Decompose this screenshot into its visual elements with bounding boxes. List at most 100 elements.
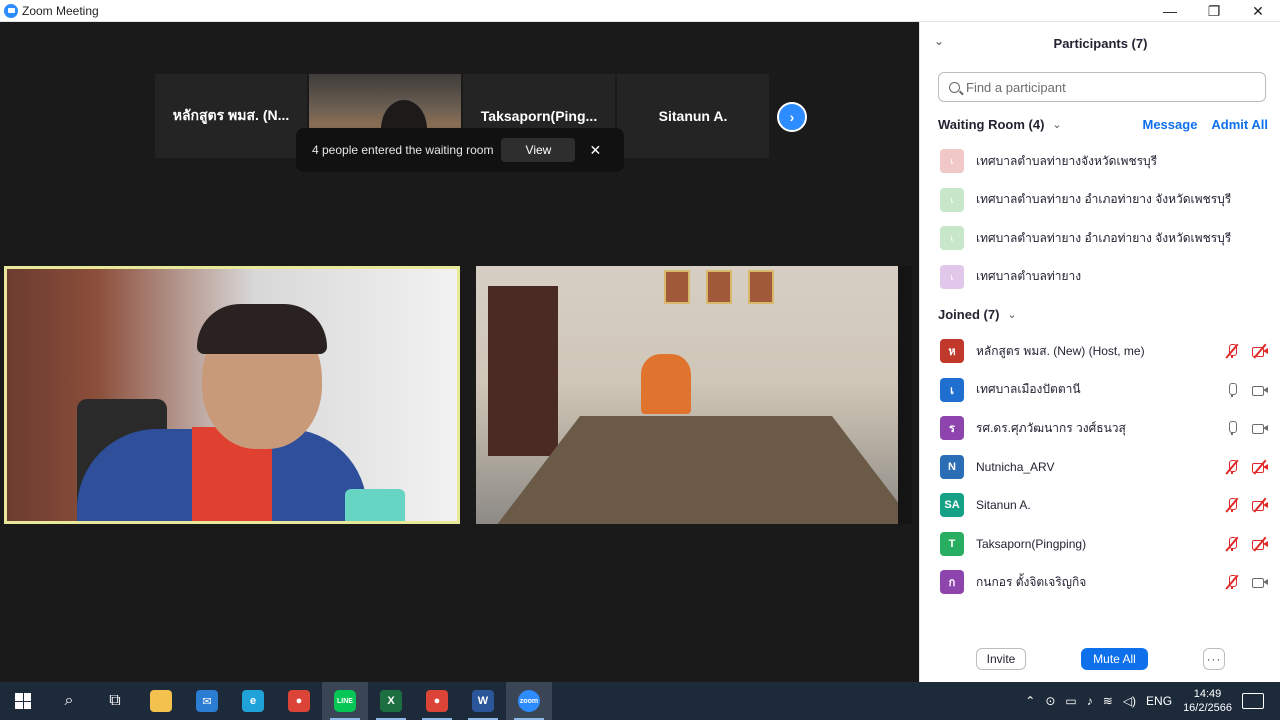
- chevron-up-icon[interactable]: ⌃: [1025, 694, 1035, 708]
- joined-participant-row[interactable]: เ เทศบาลเมืองปัตตานี: [940, 377, 1270, 403]
- participant-name: เทศบาลตำบลท่ายางจังหวัดเพชรบุรี: [976, 153, 1158, 168]
- battery-icon[interactable]: ▭: [1065, 694, 1076, 708]
- avatar: SA: [940, 493, 964, 517]
- notification-icon[interactable]: [1242, 693, 1264, 709]
- window-title: Zoom Meeting: [22, 3, 99, 18]
- volume-icon[interactable]: ◁): [1123, 694, 1136, 708]
- message-button[interactable]: Message: [1143, 117, 1198, 132]
- participant-name: Nutnicha_ARV: [976, 459, 1055, 474]
- taskbar-app-button[interactable]: zoom: [506, 682, 552, 720]
- clock-date: 16/2/2566: [1183, 702, 1232, 714]
- next-page-button[interactable]: ›: [777, 102, 807, 132]
- zoom-logo-icon: [4, 3, 18, 18]
- taskbar-app-button[interactable]: W: [460, 682, 506, 720]
- wall-portrait: [748, 270, 774, 304]
- mute-all-button[interactable]: Mute All: [1081, 648, 1148, 670]
- microphone-icon[interactable]: ♪: [1087, 694, 1093, 708]
- joined-participant-row[interactable]: ร รศ.ดร.ศุภวัฒนากร วงศ์ธนวสุ: [940, 415, 1270, 441]
- mic-icon[interactable]: [1224, 382, 1240, 398]
- mic-muted-icon[interactable]: [1224, 343, 1240, 359]
- taskbar-app-button[interactable]: LINE: [322, 682, 368, 720]
- avatar: N: [940, 454, 964, 479]
- taskbar-app-button[interactable]: ⧉: [92, 682, 138, 720]
- participant-search[interactable]: [938, 72, 1266, 102]
- speaker-figure: [77, 304, 367, 521]
- toast-message: 4 people entered the waiting room: [312, 143, 494, 157]
- waiting-participant-row[interactable]: เ เทศบาลตำบลท่ายางจังหวัดเพชรบุรี: [940, 148, 1270, 174]
- admit-all-button[interactable]: Admit All: [1211, 117, 1268, 132]
- toast-close-icon[interactable]: ✕: [589, 142, 601, 159]
- camera-off-icon[interactable]: [1252, 497, 1268, 513]
- window-controls: — ❐ ✕: [1148, 0, 1280, 22]
- avatar: เ: [940, 226, 964, 250]
- taskbar-app-button[interactable]: X: [368, 682, 414, 720]
- minimize-button[interactable]: —: [1148, 0, 1192, 22]
- conference-table: [496, 416, 912, 524]
- camera-icon[interactable]: [1252, 420, 1268, 436]
- mic-muted-icon[interactable]: [1224, 497, 1240, 513]
- video-area: หลักสูตร พมส. (N... Taksaporn(Ping... Si…: [0, 22, 919, 682]
- zoom-icon: zoom: [518, 690, 540, 712]
- camera-icon[interactable]: [1252, 574, 1268, 590]
- clock[interactable]: 14:49 16/2/2566: [1183, 687, 1232, 715]
- joined-participant-row[interactable]: ก กนกอร ตั้งจิตเจริญกิจ: [940, 569, 1270, 595]
- taskbar-app-button[interactable]: ⌕: [46, 682, 92, 720]
- chevron-down-icon[interactable]: ⌄: [1052, 118, 1061, 131]
- avatar: ห: [940, 339, 964, 363]
- waiting-room-header[interactable]: Waiting Room (4) ⌄ Message Admit All: [938, 114, 1268, 134]
- taskbar-app-button[interactable]: [138, 682, 184, 720]
- waiting-participant-row[interactable]: เ เทศบาลตำบลท่ายาง อำเภอท่ายาง จังหวัดเพช…: [940, 225, 1270, 251]
- joined-participant-row[interactable]: N Nutnicha_ARV: [940, 454, 1270, 480]
- close-window-button[interactable]: ✕: [1236, 0, 1280, 22]
- active-speaker-video[interactable]: [4, 266, 460, 524]
- participant-name: เทศบาลเมืองปัตตานี: [976, 382, 1081, 396]
- camera-off-icon[interactable]: [1252, 459, 1268, 475]
- participants-panel: ⌄ Participants (7) Waiting Room (4) ⌄ Me…: [919, 22, 1280, 682]
- joined-participant-row[interactable]: ห หลักสูตร พมส. (New) (Host, me): [940, 338, 1270, 364]
- taskbar-app-button[interactable]: ✉: [184, 682, 230, 720]
- camera-off-icon[interactable]: [1252, 536, 1268, 552]
- waiting-room-toast: 4 people entered the waiting room View ✕: [296, 128, 624, 172]
- strip-tile-host[interactable]: หลักสูตร พมส. (N...: [155, 74, 307, 158]
- windows-logo-icon: [15, 693, 31, 709]
- invite-button[interactable]: Invite: [976, 648, 1026, 670]
- taskbar-app-button[interactable]: e: [230, 682, 276, 720]
- chrome-icon: ●: [426, 690, 448, 712]
- mic-muted-icon[interactable]: [1224, 459, 1240, 475]
- more-options-button[interactable]: ···: [1203, 648, 1225, 670]
- taskbar-app-button[interactable]: ●: [276, 682, 322, 720]
- taskbar-app-button[interactable]: ●: [414, 682, 460, 720]
- waiting-participant-row[interactable]: เ เทศบาลตำบลท่ายาง อำเภอท่ายาง จังหวัดเพช…: [940, 187, 1270, 213]
- language-indicator[interactable]: ENG: [1146, 694, 1172, 708]
- chrome-icon: ●: [288, 690, 310, 712]
- excel-icon: X: [380, 690, 402, 712]
- search-icon: ⌕: [64, 692, 74, 709]
- camera-off-icon[interactable]: [1252, 343, 1268, 359]
- chevron-down-icon[interactable]: ⌄: [934, 34, 944, 48]
- file-explorer-icon: [150, 690, 172, 712]
- joined-participant-row[interactable]: T Taksaporn(Pingping): [940, 531, 1270, 557]
- start-button[interactable]: [0, 682, 46, 720]
- waiting-participant-row[interactable]: เ เทศบาลตำบลท่ายาง: [940, 264, 1270, 290]
- strip-tile-sitanun[interactable]: Sitanun A.: [617, 74, 769, 158]
- search-input[interactable]: [966, 79, 1256, 95]
- line-icon: LINE: [334, 690, 356, 712]
- joined-header[interactable]: Joined (7) ⌄: [938, 304, 1268, 324]
- avatar: เ: [940, 149, 964, 173]
- network-icon[interactable]: ⊙: [1045, 694, 1055, 708]
- wifi-icon[interactable]: ≋: [1103, 694, 1113, 708]
- meeting-room-video[interactable]: [476, 266, 912, 524]
- panel-title: Participants (7): [1053, 35, 1148, 51]
- joined-participant-row[interactable]: SA Sitanun A.: [940, 492, 1270, 518]
- search-icon: [949, 81, 960, 93]
- restore-button[interactable]: ❐: [1192, 0, 1236, 22]
- mic-muted-icon[interactable]: [1224, 536, 1240, 552]
- toast-view-button[interactable]: View: [501, 138, 576, 162]
- chevron-down-icon[interactable]: ⌄: [1007, 308, 1016, 321]
- camera-icon[interactable]: [1252, 382, 1268, 398]
- mic-muted-icon[interactable]: [1224, 574, 1240, 590]
- participant-name: Sitanun A.: [976, 498, 1031, 512]
- mic-icon[interactable]: [1224, 420, 1240, 436]
- avatar: T: [940, 531, 964, 556]
- avatar: ร: [940, 416, 964, 440]
